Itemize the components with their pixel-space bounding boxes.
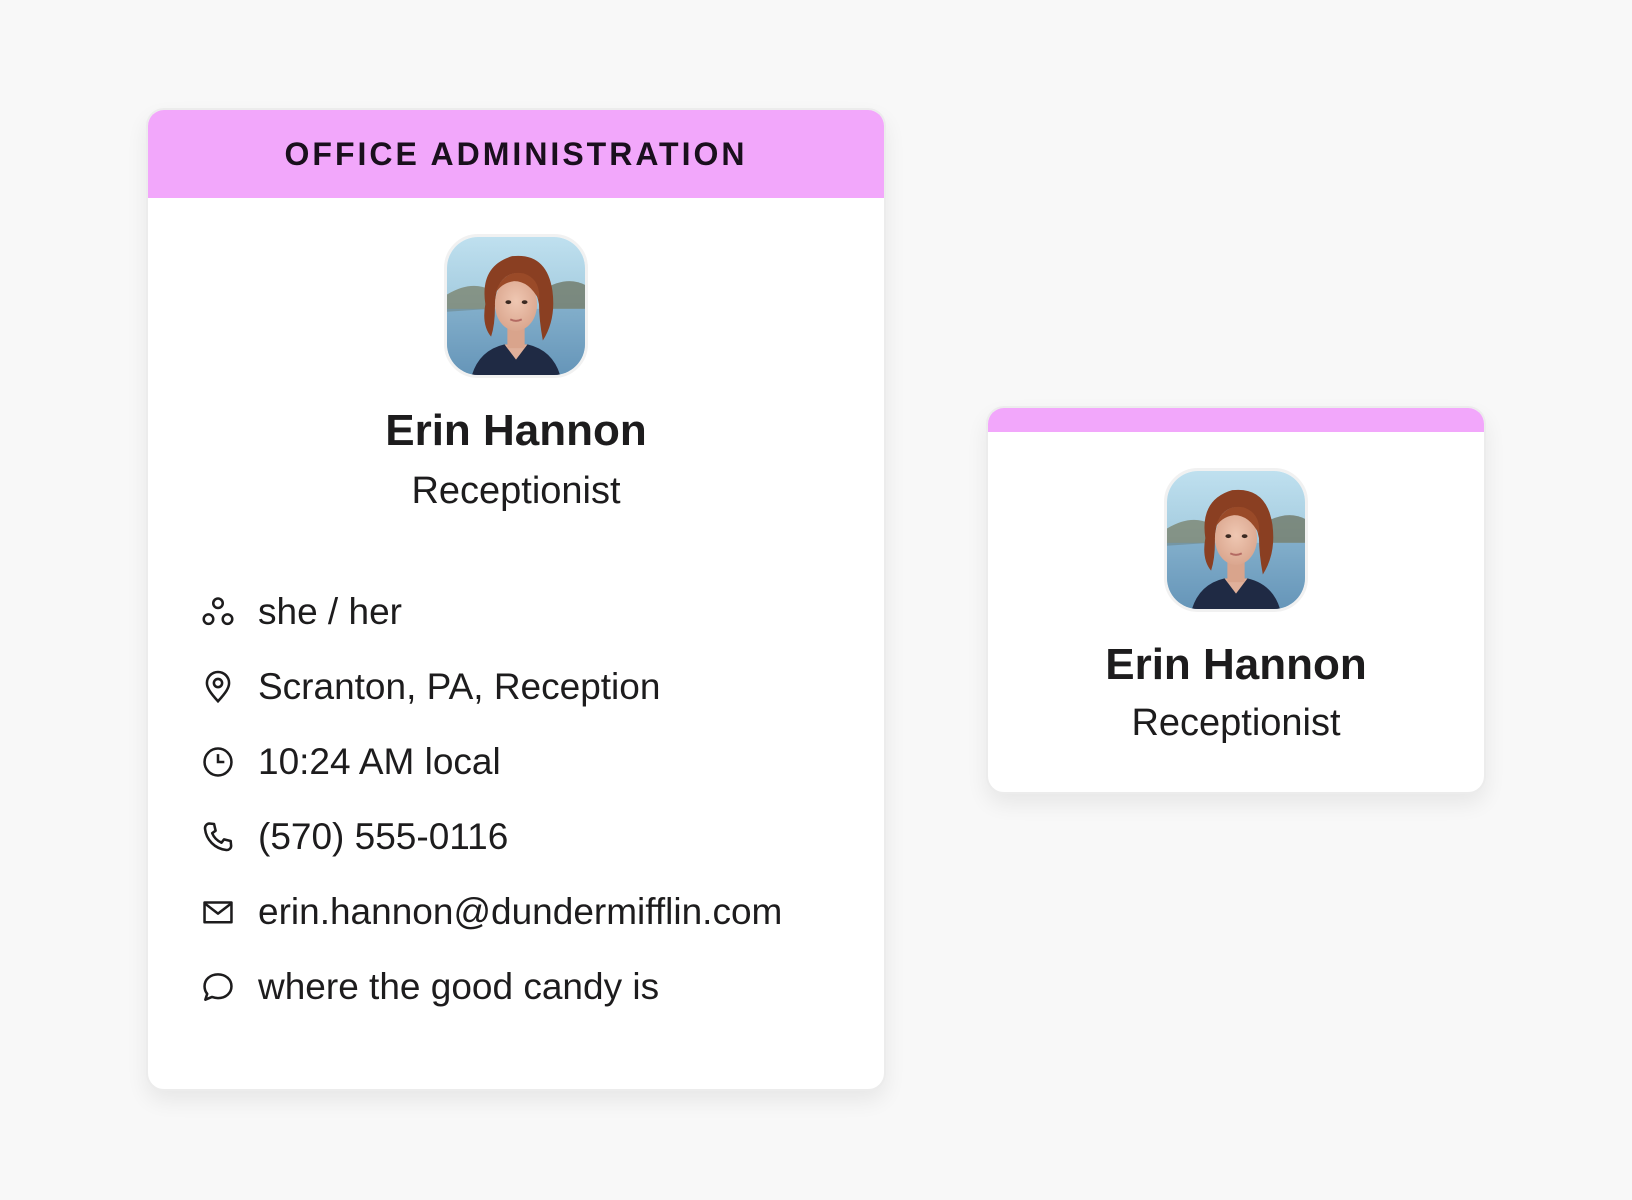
detail-text[interactable]: (570) 555-0116 bbox=[258, 816, 508, 858]
profile-card-expanded: OFFICE ADMINISTRATION Erin Hannon Recept… bbox=[146, 108, 886, 1091]
detail-email[interactable]: erin.hannon@dundermifflin.com bbox=[198, 874, 864, 949]
detail-text: she / her bbox=[258, 590, 402, 632]
detail-local-time: 10:24 AM local bbox=[198, 724, 864, 799]
detail-location: Scranton, PA, Reception bbox=[198, 649, 864, 724]
detail-status: where the good candy is bbox=[198, 949, 864, 1024]
profile-card-compact[interactable]: Erin Hannon Receptionist bbox=[986, 406, 1486, 794]
avatar[interactable] bbox=[1164, 468, 1308, 612]
detail-text: where the good candy is bbox=[258, 965, 660, 1007]
profile-title: Receptionist bbox=[411, 470, 621, 512]
mail-icon bbox=[198, 892, 238, 932]
chat-bubble-icon bbox=[198, 967, 238, 1007]
detail-text: Scranton, PA, Reception bbox=[258, 665, 661, 707]
pronouns-icon bbox=[198, 592, 238, 632]
detail-text[interactable]: erin.hannon@dundermifflin.com bbox=[258, 891, 782, 933]
department-banner: OFFICE ADMINISTRATION bbox=[148, 110, 884, 198]
phone-icon bbox=[198, 817, 238, 857]
profile-name[interactable]: Erin Hannon bbox=[988, 640, 1484, 690]
detail-text: 10:24 AM local bbox=[258, 740, 501, 782]
profile-photo bbox=[1167, 471, 1305, 609]
detail-phone[interactable]: (570) 555-0116 bbox=[198, 799, 864, 874]
avatar[interactable] bbox=[444, 234, 588, 378]
clock-icon bbox=[198, 742, 238, 782]
profile-photo bbox=[447, 237, 585, 375]
accent-bar bbox=[988, 408, 1484, 432]
location-pin-icon bbox=[198, 667, 238, 707]
profile-title: Receptionist bbox=[1131, 702, 1341, 744]
profile-details: she / her Scranton, PA, Reception 10:24 … bbox=[198, 574, 864, 1024]
detail-pronouns: she / her bbox=[198, 574, 864, 649]
profile-name[interactable]: Erin Hannon bbox=[148, 406, 884, 456]
